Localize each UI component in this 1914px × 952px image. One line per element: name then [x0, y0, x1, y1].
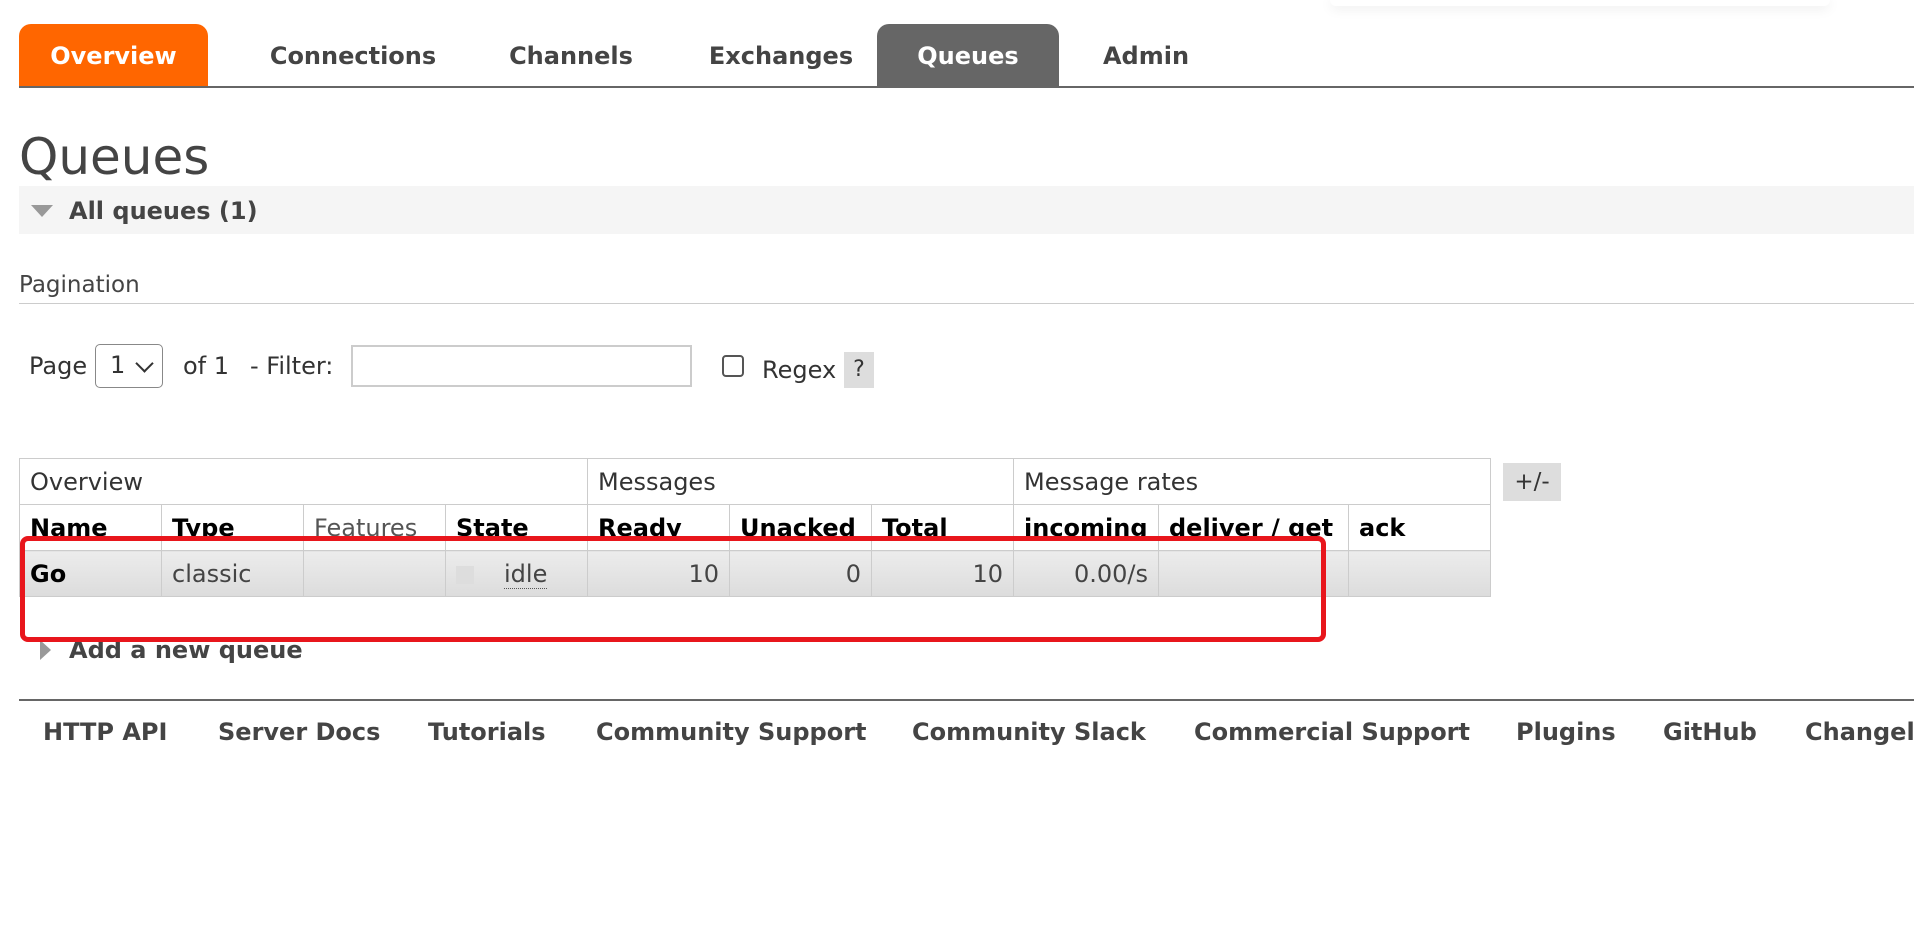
queue-unacked: 0 — [729, 550, 872, 597]
tab-connections[interactable]: Connections — [233, 24, 473, 86]
page-title: Queues — [19, 128, 210, 186]
queue-state: idle — [445, 550, 588, 597]
column-header-ready[interactable]: Ready — [587, 504, 730, 551]
page-label: Page — [29, 352, 88, 380]
pagination-heading: Pagination — [19, 272, 140, 298]
regex-checkbox[interactable] — [722, 355, 744, 377]
footer-link-tutorials[interactable]: Tutorials — [428, 718, 546, 746]
table-header-row: Name Type Features State Ready Unacked T… — [19, 504, 1491, 551]
column-header-state[interactable]: State — [445, 504, 588, 551]
footer-link-http-api[interactable]: HTTP API — [43, 718, 167, 746]
tab-channels[interactable]: Channels — [481, 24, 661, 86]
column-header-ack[interactable]: ack — [1348, 504, 1491, 551]
expand-triangle-icon — [40, 640, 51, 660]
tab-queues[interactable]: Queues — [877, 24, 1059, 86]
column-header-deliver-get[interactable]: deliver / get — [1158, 504, 1349, 551]
queue-type: classic — [161, 550, 304, 597]
queue-ready: 10 — [587, 550, 730, 597]
group-header-messages: Messages — [587, 458, 1014, 505]
footer-link-commercial-support[interactable]: Commercial Support — [1194, 718, 1470, 746]
column-header-type[interactable]: Type — [161, 504, 304, 551]
footer-link-changelog[interactable]: Changelog — [1805, 718, 1914, 746]
column-header-total[interactable]: Total — [871, 504, 1014, 551]
queues-table: Overview Messages Message rates Name Typ… — [19, 458, 1491, 597]
chevron-down-icon — [135, 354, 154, 373]
tab-admin[interactable]: Admin — [1079, 24, 1213, 86]
main-nav: Overview Connections Channels Exchanges … — [19, 24, 1914, 88]
footer-link-community-support[interactable]: Community Support — [596, 718, 867, 746]
regex-help-button[interactable]: ? — [844, 352, 874, 388]
footer-links: HTTP API Server Docs Tutorials Community… — [19, 718, 1914, 758]
pagination-divider — [19, 303, 1914, 304]
top-bar-shadow — [1330, 0, 1830, 6]
page-select[interactable]: 1 — [95, 344, 163, 388]
table-group-header-row: Overview Messages Message rates — [19, 458, 1491, 505]
column-header-unacked[interactable]: Unacked — [729, 504, 872, 551]
queue-incoming-rate: 0.00/s — [1013, 550, 1159, 597]
filter-label: - Filter: — [250, 352, 334, 380]
queue-ack-rate — [1348, 550, 1491, 597]
tab-exchanges[interactable]: Exchanges — [679, 24, 883, 86]
column-header-name[interactable]: Name — [19, 504, 162, 551]
collapse-triangle-icon — [31, 205, 53, 217]
tab-overview[interactable]: Overview — [19, 24, 208, 86]
state-indicator-icon — [456, 565, 474, 584]
section-title: All queues (1) — [69, 197, 258, 225]
footer-link-community-slack[interactable]: Community Slack — [912, 718, 1146, 746]
group-header-message-rates: Message rates — [1013, 458, 1491, 505]
table-row[interactable]: Go classic idle 10 0 10 0.00/s — [19, 550, 1491, 597]
add-queue-toggle[interactable]: Add a new queue — [69, 636, 303, 664]
footer-link-github[interactable]: GitHub — [1663, 718, 1757, 746]
queue-features — [303, 550, 446, 597]
queue-total: 10 — [871, 550, 1014, 597]
toggle-columns-button[interactable]: +/- — [1503, 463, 1561, 501]
column-header-incoming[interactable]: incoming — [1013, 504, 1159, 551]
all-queues-section-toggle[interactable]: All queues (1) — [19, 186, 1914, 234]
column-header-features: Features — [303, 504, 446, 551]
state-text: idle — [504, 559, 548, 589]
page-count-label: of 1 — [183, 352, 230, 380]
queue-deliver-get-rate — [1158, 550, 1349, 597]
footer-link-server-docs[interactable]: Server Docs — [218, 718, 380, 746]
footer-link-plugins[interactable]: Plugins — [1516, 718, 1616, 746]
queue-name-link[interactable]: Go — [19, 550, 162, 597]
regex-label: Regex — [762, 356, 837, 384]
page-select-value: 1 — [110, 351, 126, 379]
filter-input[interactable] — [351, 345, 692, 387]
footer-divider — [19, 699, 1914, 701]
group-header-overview: Overview — [19, 458, 588, 505]
